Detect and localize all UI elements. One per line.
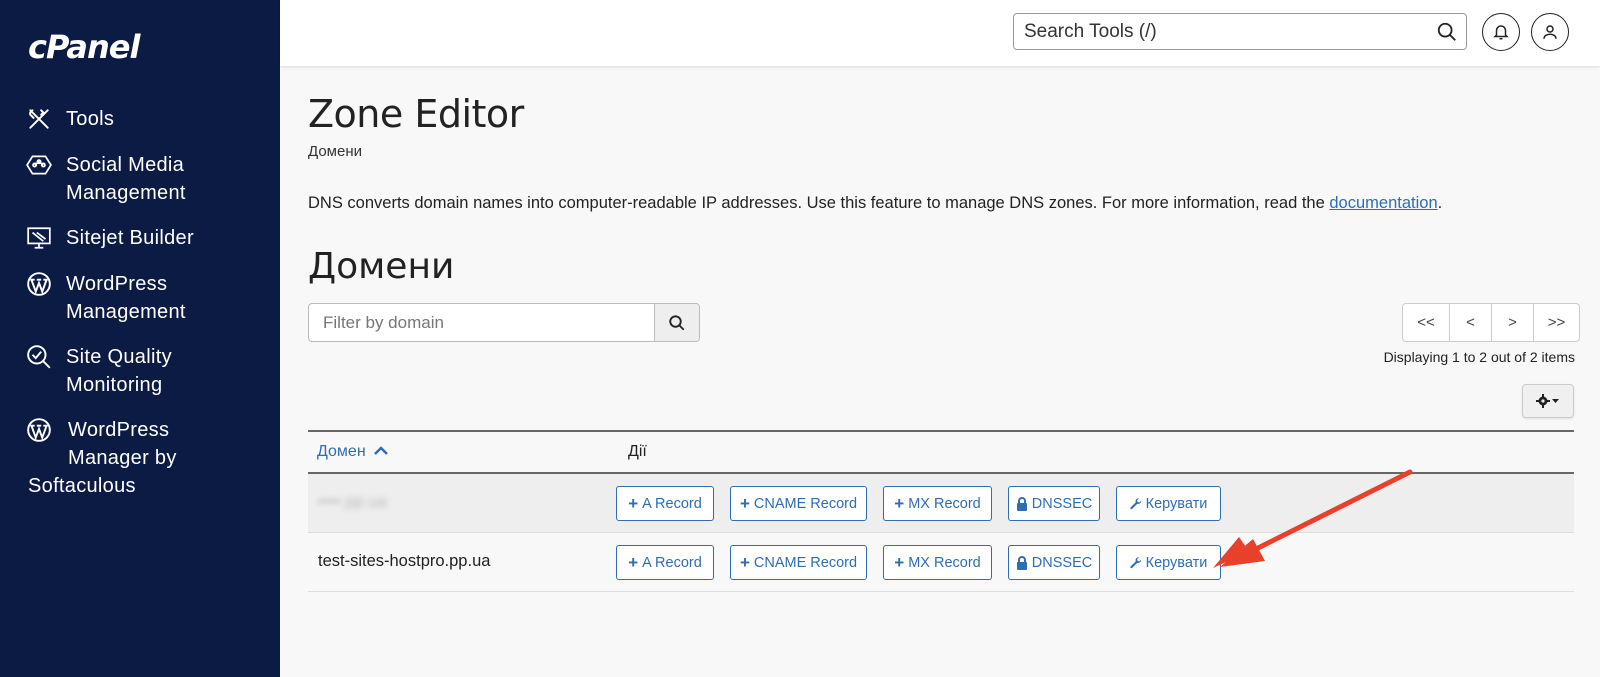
button-label: DNSSEC	[1031, 495, 1093, 512]
plus-icon: +	[739, 553, 750, 572]
add-a-record-button[interactable]: + A Record	[616, 545, 714, 580]
sidebar-item-sitejet[interactable]: Sitejet Builder	[26, 224, 194, 252]
notifications-button[interactable]	[1482, 13, 1520, 51]
domain-name: test-sites-hostpro.pp.ua	[318, 552, 491, 570]
user-icon	[1543, 25, 1557, 39]
breadcrumb[interactable]: Домени	[308, 143, 362, 160]
button-label: CNAME Record	[753, 495, 858, 512]
sidebar-item-label: Monitoring	[66, 374, 163, 396]
plus-icon: +	[628, 494, 639, 513]
sidebar-item-label: WordPress	[66, 273, 168, 295]
site-quality-icon	[26, 343, 56, 371]
sidebar-item-label: Management	[66, 182, 186, 204]
search-icon[interactable]	[1436, 21, 1458, 43]
plus-icon: +	[894, 494, 905, 513]
documentation-link[interactable]: documentation	[1329, 194, 1437, 212]
wrench-icon	[1130, 556, 1141, 568]
plus-icon: +	[739, 494, 750, 513]
dnssec-button[interactable]: DNSSEC	[1008, 486, 1100, 521]
next-page-button[interactable]: >	[1492, 304, 1534, 341]
top-bar	[280, 0, 1600, 66]
domain-filter	[308, 303, 700, 342]
sidebar-item-label: Management	[66, 301, 186, 323]
page-description: DNS converts domain names into computer-…	[308, 194, 1442, 213]
button-label: A Record	[642, 554, 702, 571]
description-text: DNS converts domain names into computer-…	[308, 194, 1325, 212]
filter-input[interactable]	[309, 304, 654, 341]
sidebar-item-label: Site Quality	[66, 346, 172, 368]
sidebar-item-label: Sitejet Builder	[66, 227, 194, 249]
search-tools-field[interactable]	[1013, 13, 1467, 50]
sort-by-domain-header[interactable]: Домен	[317, 443, 388, 461]
sitejet-icon	[26, 224, 56, 252]
display-count: Displaying 1 to 2 out of 2 items	[1383, 349, 1575, 365]
bell-icon	[1493, 25, 1509, 40]
wordpress-icon	[26, 270, 56, 298]
sidebar-item-wordpress-management[interactable]: WordPress Management	[26, 270, 186, 326]
user-menu-button[interactable]	[1531, 13, 1569, 51]
button-label: MX Record	[908, 554, 981, 571]
add-a-record-button[interactable]: + A Record	[616, 486, 714, 521]
description-end: .	[1437, 194, 1443, 212]
add-cname-record-button[interactable]: + CNAME Record	[730, 486, 867, 521]
sidebar-item-site-quality[interactable]: Site Quality Monitoring	[26, 343, 172, 399]
add-cname-record-button[interactable]: + CNAME Record	[730, 545, 867, 580]
settings-dropdown-button[interactable]	[1522, 384, 1574, 418]
prev-page-button[interactable]: <	[1450, 304, 1492, 341]
dnssec-button[interactable]: DNSSEC	[1008, 545, 1100, 580]
section-title: Домени	[308, 246, 455, 287]
add-mx-record-button[interactable]: + MX Record	[883, 545, 992, 580]
chevron-up-icon	[374, 443, 388, 461]
sidebar-item-label: Social Media	[66, 154, 185, 176]
button-label: A Record	[642, 495, 702, 512]
sidebar-item-label: Softaculous	[28, 475, 136, 497]
button-label: DNSSEC	[1031, 554, 1093, 571]
cpanel-logo[interactable]: cPanel	[28, 28, 140, 66]
sidebar-item-tools[interactable]: Tools	[26, 105, 114, 133]
search-input[interactable]	[1014, 14, 1414, 49]
plus-icon: +	[628, 553, 639, 572]
filter-search-button[interactable]	[654, 304, 699, 341]
first-page-button[interactable]: <<	[1403, 304, 1450, 341]
sidebar-item-label: Manager by	[68, 447, 177, 469]
sidebar-item-label: WordPress	[68, 419, 170, 441]
button-label: MX Record	[908, 495, 981, 512]
sidebar: cPanel Tools Social Media Management Sit…	[0, 0, 280, 677]
plus-icon: +	[894, 553, 905, 572]
page-title: Zone Editor	[308, 92, 524, 136]
button-label: CNAME Record	[753, 554, 858, 571]
wrench-icon	[1130, 497, 1141, 509]
lock-icon	[1016, 496, 1027, 511]
domain-column-label: Домен	[317, 443, 366, 460]
social-media-icon	[26, 151, 56, 179]
last-page-button[interactable]: >>	[1534, 304, 1579, 341]
sidebar-item-wordpress-softaculous[interactable]: WordPress Manager by Softaculous	[26, 416, 177, 500]
search-icon	[669, 314, 685, 330]
annotation-arrow	[1213, 469, 1413, 568]
lock-icon	[1016, 555, 1027, 570]
sidebar-item-label: Tools	[66, 108, 115, 130]
domain-name: ••••.pp.ua	[318, 493, 387, 511]
gear-icon	[1536, 394, 1559, 408]
actions-column-label: Дії	[628, 443, 647, 460]
add-mx-record-button[interactable]: + MX Record	[883, 486, 992, 521]
wordpress-icon	[26, 416, 56, 444]
tools-icon	[26, 105, 56, 133]
sidebar-item-social-media[interactable]: Social Media Management	[26, 151, 186, 207]
pagination: << < > >>	[1402, 303, 1580, 342]
